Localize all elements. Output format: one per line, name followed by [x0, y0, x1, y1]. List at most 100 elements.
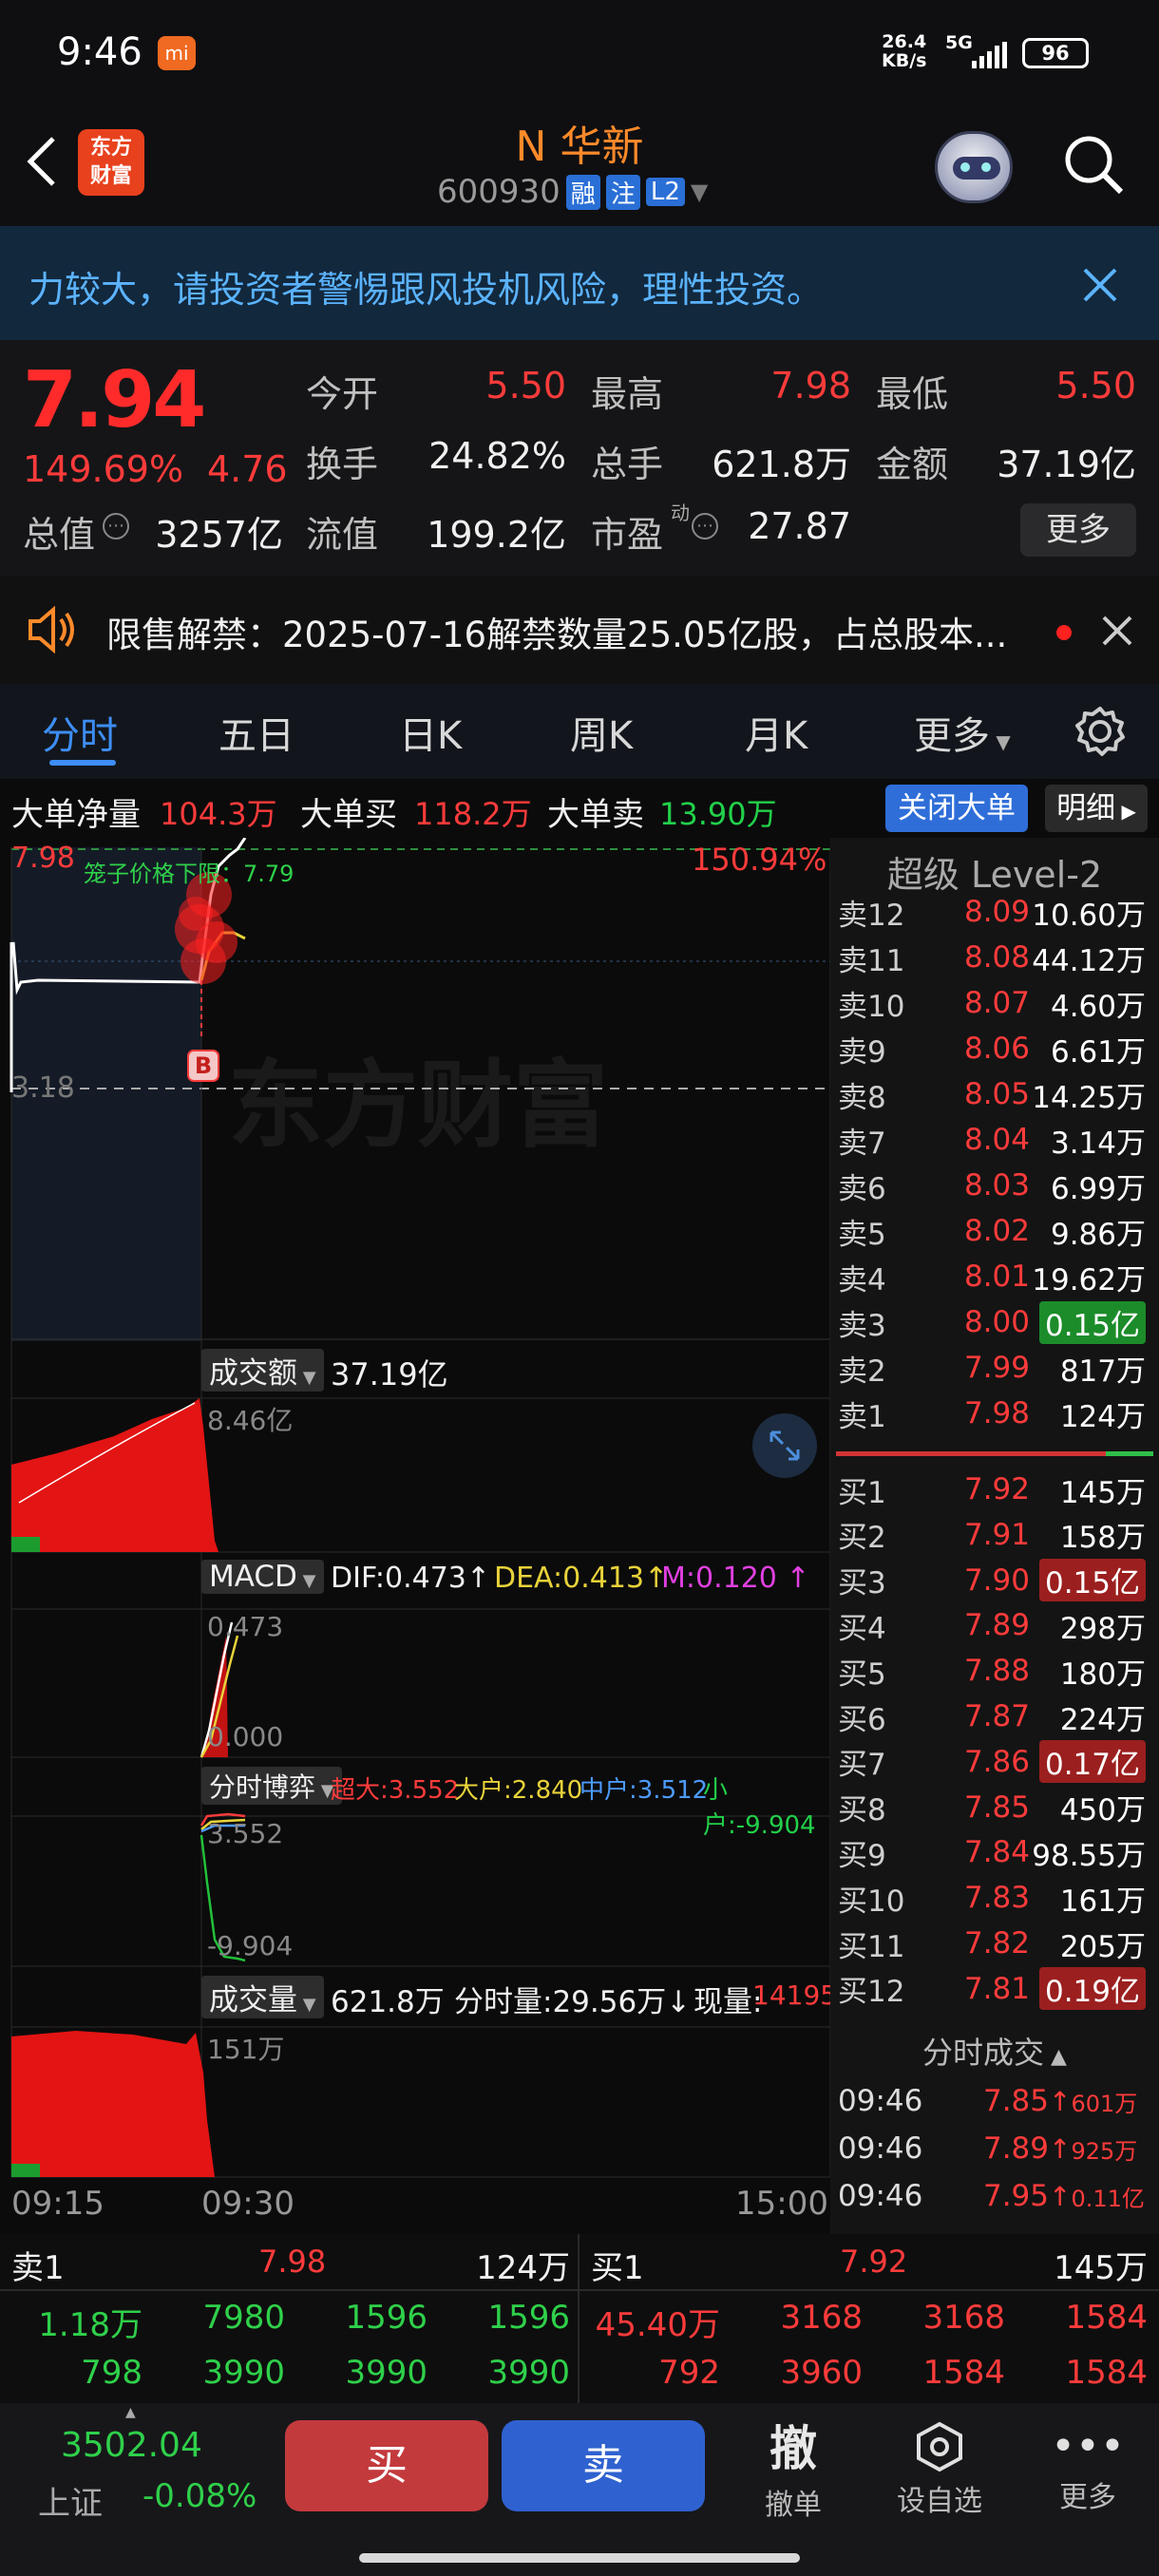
- level2.bids-volume: 0.17亿: [1038, 1740, 1146, 1784]
- open-label: 今开: [306, 373, 379, 415]
- pe-info-icon[interactable]: ⋯: [692, 513, 718, 540]
- stock-code-row[interactable]: 600930 融 注 L2 ▼: [437, 173, 708, 211]
- volume-indicator-select[interactable]: 成交量 ▼: [201, 1976, 324, 2018]
- game-indicator-select[interactable]: 分时博弈 ▼: [201, 1767, 342, 1805]
- add-watchlist-button[interactable]: 设自选: [878, 2420, 1001, 2519]
- level2.bids-row[interactable]: 买5 7.88 180万: [830, 1648, 1159, 1694]
- expand-icon[interactable]: [766, 1427, 804, 1465]
- index-widget[interactable]: ▲ 3502.04 上证 -0.08%: [0, 2403, 276, 2536]
- tab-intraday[interactable]: 分时: [42, 705, 118, 760]
- market-cap-label: 总值: [23, 514, 96, 556]
- level2.bids-label: 买1: [838, 1475, 886, 1510]
- level2.bids-row[interactable]: 买2 7.91 158万: [830, 1512, 1159, 1558]
- close-notice-icon[interactable]: [1100, 614, 1134, 648]
- sell_rows-cell: 1.18万: [38, 2306, 142, 2344]
- level2-orderbook[interactable]: 超级 Level-2 卖12 8.09 10.60万 卖11 8.08 44.12万 卖10…: [830, 838, 1159, 2234]
- level2.asks-row[interactable]: 卖9 8.06 6.61万: [830, 1026, 1159, 1071]
- level2.asks-row[interactable]: 卖5 8.02 9.86万: [830, 1208, 1159, 1254]
- info-icon[interactable]: ⋯: [103, 513, 129, 540]
- level2.bids-row[interactable]: 买1 7.92 145万: [830, 1467, 1159, 1512]
- macd-top: 0.473: [207, 1611, 284, 1642]
- amount-label: 金额: [876, 444, 949, 485]
- tab-month-k[interactable]: 月K: [745, 705, 808, 760]
- level2.asks-row[interactable]: 卖8 8.05 14.25万: [830, 1071, 1159, 1117]
- level2.bids-row[interactable]: 买9 7.84 98.55万: [830, 1829, 1159, 1875]
- tab-more[interactable]: 更多 ▼: [914, 705, 1011, 760]
- level2.asks-price: 8.01: [963, 1260, 1030, 1294]
- queue-buy1-vol: 145万: [1054, 2249, 1148, 2287]
- intraday-chart[interactable]: 7.98 笼子价格下限：7.79 150.94% 3.18 东方财富 B 成交额…: [0, 838, 837, 2234]
- level2.asks-label: 卖9: [838, 1034, 886, 1070]
- last-price: 7.94: [23, 355, 206, 445]
- gear-icon[interactable]: [1074, 705, 1127, 758]
- level2.bids-row[interactable]: 买10 7.83 161万: [830, 1875, 1159, 1921]
- register-tag: 注: [605, 174, 640, 210]
- level2.bids-volume: 145万: [1059, 1475, 1146, 1510]
- level2.bids-row[interactable]: 买11 7.82 205万: [830, 1921, 1159, 1966]
- tab-week-k[interactable]: 周K: [570, 705, 633, 760]
- trades-panel[interactable]: 分时成交 ▲ 09:46 7.85 ↑ 601万 09:46 7.89 ↑ 925万 09:46…: [830, 2029, 1159, 2234]
- cancel-icon: 撤: [770, 2421, 817, 2476]
- level2.bids-row[interactable]: 买4 7.89 298万: [830, 1602, 1159, 1648]
- robot-assistant-icon[interactable]: [935, 131, 1013, 203]
- tab-five-day[interactable]: 五日: [218, 705, 294, 760]
- status-bar: 9:46 mi 26.4 KB/s 5G 96: [0, 0, 1159, 104]
- unlock-notice[interactable]: 限售解禁：2025-07-16解禁数量25.05亿股，占总股本...: [0, 576, 1159, 684]
- level2.asks-row[interactable]: 卖7 8.04 3.14万: [830, 1117, 1159, 1163]
- level2.asks-row[interactable]: 卖10 8.07 4.60万: [830, 980, 1159, 1026]
- close-icon[interactable]: [1081, 266, 1119, 304]
- level2.bids-row[interactable]: 买8 7.85 450万: [830, 1785, 1159, 1830]
- level2.asks-row[interactable]: 卖1 7.98 124万: [830, 1391, 1159, 1436]
- cancel-order-button[interactable]: 撤 撤单: [741, 2411, 846, 2523]
- buy-button[interactable]: 买: [285, 2420, 488, 2511]
- float-cap-value: 199.2亿: [427, 514, 566, 556]
- order-queue[interactable]: 卖1 7.98 124万 买1 7.92 145万 1.18万 7980 1596 1…: [0, 2234, 1159, 2403]
- more-menu-button[interactable]: ••• 更多: [1036, 2420, 1140, 2515]
- tab-day-k[interactable]: 日K: [399, 705, 462, 760]
- trade-price: 7.89: [982, 2131, 1049, 2166]
- trade-price: 7.85: [982, 2084, 1049, 2118]
- trade-volume: 601万: [1071, 2090, 1138, 2117]
- level2.asks-row[interactable]: 卖6 8.03 6.99万: [830, 1163, 1159, 1208]
- level2.asks-volume: 124万: [1059, 1399, 1146, 1434]
- level2.asks-volume: 9.86万: [1050, 1217, 1146, 1252]
- game-bottom: -9.904: [207, 1930, 294, 1961]
- detail-button[interactable]: 明细 ▶: [1045, 785, 1148, 832]
- sell_rows-cell: 3990: [345, 2354, 428, 2392]
- level2.bids-label: 买4: [838, 1611, 886, 1646]
- level2.asks-row[interactable]: 卖4 8.01 19.62万: [830, 1254, 1159, 1299]
- trades-title[interactable]: 分时成交 ▲: [830, 2029, 1159, 2073]
- more-button[interactable]: 更多: [1020, 503, 1136, 557]
- tab-indicator: [49, 760, 116, 766]
- macd-bottom: 0.000: [207, 1721, 284, 1752]
- watermark: 东方财富: [228, 1050, 608, 1161]
- level2.bids-row[interactable]: 买6 7.87 224万: [830, 1694, 1159, 1739]
- buy_rows-cell: 3168: [780, 2299, 863, 2337]
- m-value: M:0.120 ↑: [661, 1562, 810, 1595]
- trade-volume: 0.11亿: [1071, 2185, 1145, 2212]
- l2-tag: L2: [645, 178, 685, 206]
- sell_rows-cell: 1596: [487, 2299, 570, 2337]
- level2.asks-label: 卖11: [838, 943, 905, 978]
- level2.asks-row[interactable]: 卖12 8.09 10.60万: [830, 889, 1159, 935]
- level2.asks-price: 8.09: [963, 895, 1030, 929]
- level2.bids-price: 7.85: [963, 1790, 1030, 1825]
- sell-button[interactable]: 卖: [502, 2420, 705, 2511]
- level2.asks-row[interactable]: 卖11 8.08 44.12万: [830, 935, 1159, 980]
- level2.bids-price: 7.87: [963, 1699, 1030, 1733]
- level2.asks-row[interactable]: 卖3 8.00 0.15亿: [830, 1299, 1159, 1345]
- level2.bids-row[interactable]: 买7 7.86 0.17亿: [830, 1739, 1159, 1785]
- search-icon[interactable]: [1062, 133, 1129, 199]
- open-value: 5.50: [485, 365, 566, 407]
- level2.bids-row[interactable]: 买12 7.81 0.19亿: [830, 1966, 1159, 2012]
- market-cap-value: 3257亿: [155, 514, 283, 556]
- level2.bids-row[interactable]: 买3 7.90 0.15亿: [830, 1558, 1159, 1603]
- level2.asks-row[interactable]: 卖2 7.99 817万: [830, 1345, 1159, 1391]
- level2.asks-volume: 6.61万: [1050, 1034, 1146, 1070]
- amount-indicator-select[interactable]: 成交额 ▼: [201, 1349, 324, 1392]
- level2.bids-label: 买10: [838, 1884, 905, 1919]
- dea-value: DEA:0.413↑: [494, 1562, 669, 1595]
- close-big-order-button[interactable]: 关闭大单: [885, 785, 1028, 832]
- watchlist-label: 设自选: [897, 2485, 982, 2518]
- macd-indicator-select[interactable]: MACD ▼: [201, 1560, 324, 1594]
